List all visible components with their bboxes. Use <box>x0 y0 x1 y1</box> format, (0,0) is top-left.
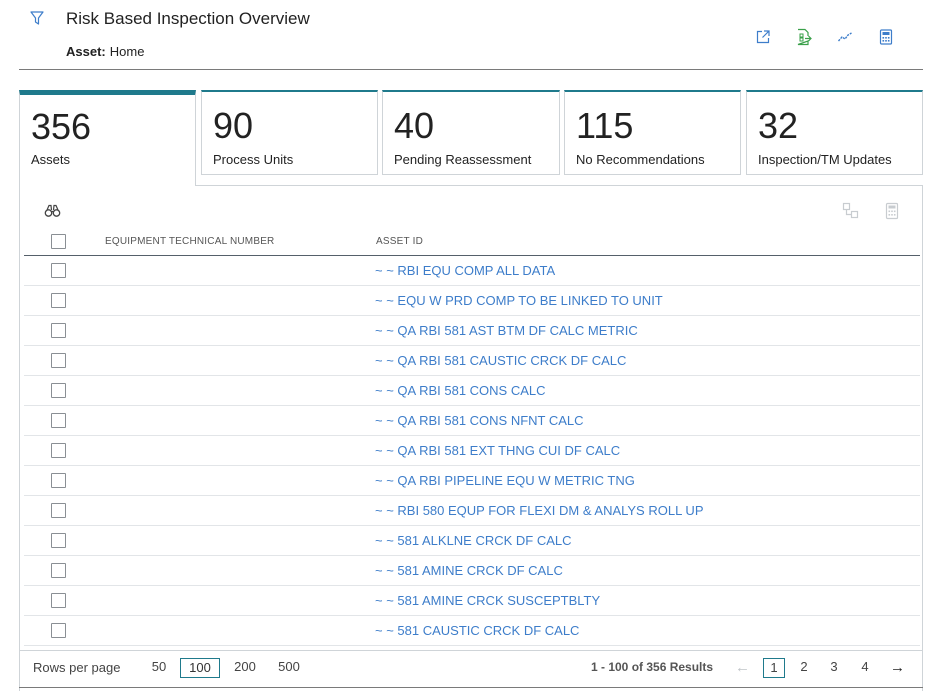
filter-icon[interactable] <box>29 10 45 26</box>
row-checkbox[interactable] <box>51 503 66 518</box>
grid-body: ~ ~ RBI EQU COMP ALL DATA ~ ~ EQU W PRD C… <box>24 256 920 646</box>
asset-context: Asset: Home <box>66 44 144 59</box>
tab-inspection-tm-updates[interactable]: 32 Inspection/TM Updates <box>746 90 923 175</box>
tab-count: 40 <box>394 105 435 146</box>
tab-process-units[interactable]: 90 Process Units <box>201 90 378 175</box>
asset-id-link[interactable]: ~ ~ 581 AMINE CRCK DF CALC <box>375 563 563 578</box>
row-checkbox[interactable] <box>51 293 66 308</box>
asset-id-link[interactable]: ~ ~ QA RBI 581 AST BTM DF CALC METRIC <box>375 323 638 338</box>
binoculars-icon[interactable] <box>44 204 62 218</box>
tab-count: 356 <box>31 106 92 147</box>
rows-per-page-200[interactable]: 200 <box>231 658 259 678</box>
asset-id-link[interactable]: ~ ~ QA RBI PIPELINE EQU W METRIC TNG <box>375 473 635 488</box>
column-header-asset-id[interactable]: ASSET ID <box>376 236 423 247</box>
row-checkbox[interactable] <box>51 563 66 578</box>
select-all-checkbox[interactable] <box>51 234 66 249</box>
tab-label: No Recommendations <box>576 152 705 167</box>
tab-count: 90 <box>213 105 254 146</box>
row-checkbox[interactable] <box>51 413 66 428</box>
asset-value: Home <box>109 44 145 59</box>
asset-id-link[interactable]: ~ ~ QA RBI 581 CONS NFNT CALC <box>375 413 584 428</box>
asset-id-link[interactable]: ~ ~ QA RBI 581 CONS CALC <box>375 383 546 398</box>
link-records-icon[interactable] <box>842 202 860 220</box>
grid-footer: Rows per page 50 100 200 500 1 - 100 of … <box>19 650 923 687</box>
table-row[interactable]: ~ ~ 581 AMINE CRCK SUSCEPTBLTY <box>24 586 920 616</box>
tab-count: 32 <box>758 105 799 146</box>
table-row[interactable]: ~ ~ 581 ALKLNE CRCK DF CALC <box>24 526 920 556</box>
table-row[interactable]: ~ ~ QA RBI 581 AST BTM DF CALC METRIC <box>24 316 920 346</box>
page-header: Risk Based Inspection Overview Asset: Hom… <box>0 0 926 70</box>
calculator-icon[interactable] <box>876 27 896 47</box>
open-in-new-icon[interactable] <box>753 27 773 47</box>
row-checkbox[interactable] <box>51 473 66 488</box>
calculator-disabled-icon[interactable] <box>885 202 899 220</box>
asset-id-link[interactable]: ~ ~ QA RBI 581 CAUSTIC CRCK DF CALC <box>375 353 626 368</box>
tab-no-recommendations[interactable]: 115 No Recommendations <box>564 90 741 175</box>
row-checkbox[interactable] <box>51 323 66 338</box>
tab-pending-reassessment[interactable]: 40 Pending Reassessment <box>382 90 560 175</box>
rows-per-page-500[interactable]: 500 <box>274 658 304 678</box>
table-row[interactable]: ~ ~ RBI EQU COMP ALL DATA <box>24 256 920 286</box>
table-row[interactable]: ~ ~ QA RBI 581 CAUSTIC CRCK DF CALC <box>24 346 920 376</box>
row-checkbox[interactable] <box>51 263 66 278</box>
page-2[interactable]: 2 <box>795 658 813 678</box>
header-actions <box>753 27 896 47</box>
table-row[interactable]: ~ ~ QA RBI PIPELINE EQU W METRIC TNG <box>24 466 920 496</box>
asset-label: Asset: <box>66 44 106 59</box>
row-checkbox[interactable] <box>51 623 66 638</box>
asset-id-link[interactable]: ~ ~ 581 CAUSTIC CRCK DF CALC <box>375 623 579 638</box>
header-divider <box>19 69 923 70</box>
row-checkbox[interactable] <box>51 533 66 548</box>
column-header-equipment-technical-number[interactable]: EQUIPMENT TECHNICAL NUMBER <box>105 236 274 247</box>
asset-id-link[interactable]: ~ ~ 581 ALKLNE CRCK DF CALC <box>375 533 572 548</box>
asset-id-link[interactable]: ~ ~ QA RBI 581 EXT THNG CUI DF CALC <box>375 443 620 458</box>
rows-per-page-100[interactable]: 100 <box>180 658 220 678</box>
previous-page-arrow-icon[interactable]: ← <box>735 659 750 676</box>
grid-header: EQUIPMENT TECHNICAL NUMBER ASSET ID <box>24 226 920 256</box>
assets-panel: EQUIPMENT TECHNICAL NUMBER ASSET ID ~ ~ … <box>19 185 923 691</box>
next-page-arrow-icon[interactable]: → <box>890 659 905 676</box>
export-icon[interactable] <box>794 27 814 47</box>
page-title: Risk Based Inspection Overview <box>66 9 310 28</box>
page-4[interactable]: 4 <box>856 658 874 678</box>
table-row[interactable]: ~ ~ QA RBI 581 CONS CALC <box>24 376 920 406</box>
asset-id-link[interactable]: ~ ~ RBI EQU COMP ALL DATA <box>375 263 555 278</box>
results-count: 1 - 100 of 356 Results <box>591 660 714 674</box>
table-row[interactable]: ~ ~ 581 AMINE CRCK DF CALC <box>24 556 920 586</box>
tab-assets[interactable]: 356 Assets <box>19 90 196 186</box>
table-row[interactable]: ~ ~ QA RBI 581 EXT THNG CUI DF CALC <box>24 436 920 466</box>
table-row[interactable]: ~ ~ RBI 580 EQUP FOR FLEXI DM & ANALYS R… <box>24 496 920 526</box>
asset-id-link[interactable]: ~ ~ EQU W PRD COMP TO BE LINKED TO UNIT <box>375 293 663 308</box>
assets-grid: EQUIPMENT TECHNICAL NUMBER ASSET ID ~ ~ … <box>24 226 920 646</box>
row-checkbox[interactable] <box>51 353 66 368</box>
table-row[interactable]: ~ ~ 581 CAUSTIC CRCK DF CALC <box>24 616 920 646</box>
footer-divider <box>19 687 923 688</box>
tab-label: Pending Reassessment <box>394 152 532 167</box>
trend-icon[interactable] <box>835 27 855 47</box>
row-checkbox[interactable] <box>51 383 66 398</box>
rows-per-page-label: Rows per page <box>33 660 121 675</box>
summary-tabs: 356 Assets 90 Process Units 40 Pending R… <box>19 90 923 186</box>
page-3[interactable]: 3 <box>825 658 843 678</box>
table-row[interactable]: ~ ~ QA RBI 581 CONS NFNT CALC <box>24 406 920 436</box>
rows-per-page-50[interactable]: 50 <box>148 658 170 678</box>
asset-id-link[interactable]: ~ ~ RBI 580 EQUP FOR FLEXI DM & ANALYS R… <box>375 503 704 518</box>
tab-label: Inspection/TM Updates <box>758 152 892 167</box>
asset-id-link[interactable]: ~ ~ 581 AMINE CRCK SUSCEPTBLTY <box>375 593 600 608</box>
row-checkbox[interactable] <box>51 443 66 458</box>
tab-label: Assets <box>31 152 71 167</box>
tab-count: 115 <box>576 105 634 146</box>
row-checkbox[interactable] <box>51 593 66 608</box>
table-row[interactable]: ~ ~ EQU W PRD COMP TO BE LINKED TO UNIT <box>24 286 920 316</box>
tab-label: Process Units <box>213 152 294 167</box>
page-1[interactable]: 1 <box>763 658 785 678</box>
